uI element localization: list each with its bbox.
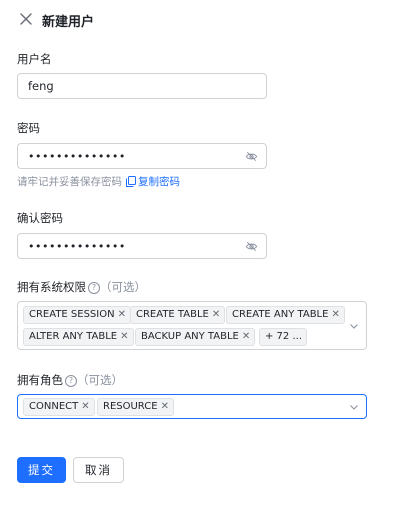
privilege-tag: ALTER ANY TABLE ✕ [23, 328, 134, 346]
privilege-tag-label: CREATE SESSION [29, 309, 115, 320]
confirm-password-input[interactable]: •••••••••••••• [17, 233, 267, 259]
privilege-tag: CREATE ANY TABLE ✕ [226, 306, 345, 324]
password-value: •••••••••••••• [28, 150, 126, 163]
confirm-password-label: 确认密码 [17, 211, 63, 225]
eye-off-icon[interactable] [245, 240, 258, 253]
privilege-tag-label: BACKUP ANY TABLE [141, 331, 239, 342]
tag-remove-icon[interactable]: ✕ [120, 331, 128, 342]
privilege-tag: BACKUP ANY TABLE ✕ [135, 328, 256, 346]
roles-label-text: 拥有角色 [17, 373, 63, 387]
system-privileges-label-text: 拥有系统权限 [17, 280, 86, 294]
copy-icon [126, 176, 136, 187]
username-value: feng [28, 79, 54, 93]
password-input[interactable]: •••••••••••••• [17, 143, 267, 169]
tag-remove-icon[interactable]: ✕ [118, 309, 126, 320]
tag-remove-icon[interactable]: ✕ [331, 309, 339, 320]
privilege-tag: CREATE SESSION ✕ [23, 306, 131, 324]
tag-remove-icon[interactable]: ✕ [242, 331, 250, 342]
role-tag: CONNECT ✕ [23, 398, 95, 416]
role-tag-label: RESOURCE [103, 401, 158, 412]
roles-label: 拥有角色? （可选） [17, 372, 123, 388]
help-icon[interactable]: ? [88, 282, 100, 294]
cancel-button[interactable]: 取消 [73, 457, 124, 483]
tag-remove-icon[interactable]: ✕ [81, 401, 89, 412]
system-privileges-select[interactable]: CREATE SESSION ✕ CREATE TABLE ✕ CREATE ANY… [17, 301, 367, 350]
copy-password-label: 复制密码 [138, 176, 180, 188]
copy-password-link[interactable]: 复制密码 [126, 176, 180, 188]
role-tag-label: CONNECT [29, 401, 79, 412]
tag-remove-icon[interactable]: ✕ [212, 309, 220, 320]
password-label: 密码 [17, 121, 40, 135]
page-title: 新建用户 [42, 15, 95, 30]
username-input[interactable]: feng [17, 73, 267, 99]
help-icon[interactable]: ? [65, 375, 77, 387]
tag-remove-icon[interactable]: ✕ [161, 401, 169, 412]
privilege-tag: CREATE TABLE ✕ [130, 306, 226, 324]
chevron-down-icon[interactable] [349, 402, 359, 412]
system-privileges-label: 拥有系统权限? （可选） [17, 279, 146, 295]
password-hint-text: 请牢记并妥善保存密码 [17, 176, 122, 188]
privilege-tag-label: ALTER ANY TABLE [29, 331, 118, 342]
eye-off-icon[interactable] [245, 150, 258, 163]
confirm-password-value: •••••••••••••• [28, 240, 126, 253]
privilege-tag-label: CREATE TABLE [136, 309, 209, 320]
submit-button[interactable]: 提交 [17, 457, 66, 483]
more-tags-badge[interactable]: + 72 ... [259, 328, 307, 346]
close-icon[interactable] [17, 10, 35, 28]
password-hint: 请牢记并妥善保存密码 复制密码 [17, 174, 180, 189]
optional-hint: （可选） [100, 280, 146, 294]
chevron-down-icon[interactable] [349, 321, 359, 331]
privilege-tag-label: CREATE ANY TABLE [232, 309, 329, 320]
roles-select[interactable]: CONNECT ✕ RESOURCE ✕ [17, 394, 367, 419]
role-tag: RESOURCE ✕ [97, 398, 174, 416]
username-label: 用户名 [17, 52, 52, 66]
optional-hint: （可选） [77, 373, 123, 387]
